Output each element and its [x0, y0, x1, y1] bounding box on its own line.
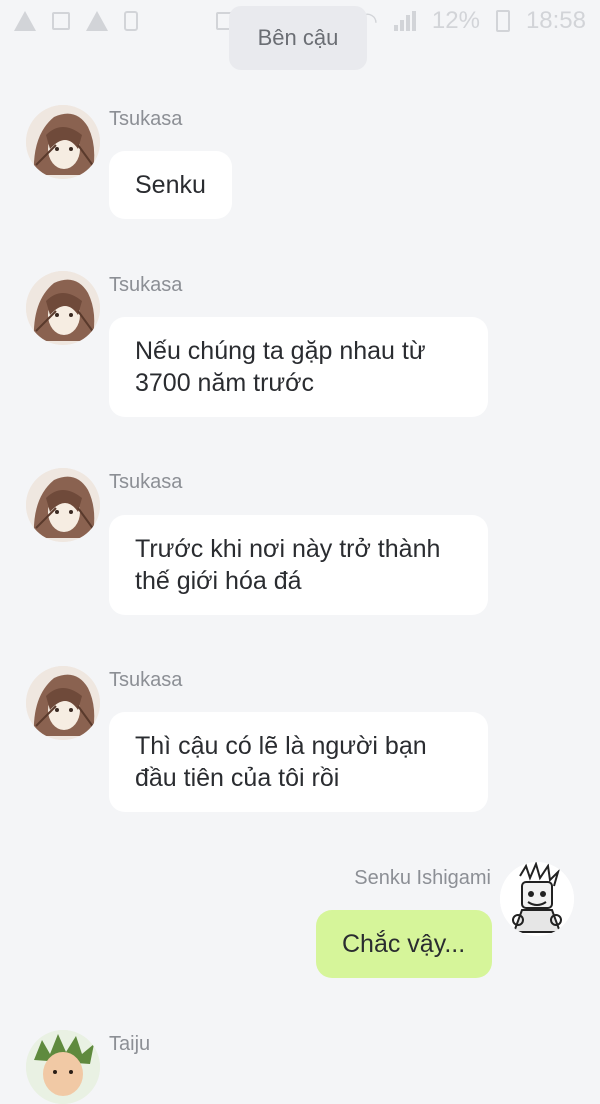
avatar-senku[interactable] — [500, 862, 574, 936]
sender-name: Tsukasa — [109, 274, 183, 296]
warning-icon — [14, 11, 36, 31]
taiju-avatar-art — [26, 1030, 100, 1104]
message-text-line: Chắc vậy... — [342, 930, 466, 958]
message-text-line: thế giới hóa đá — [135, 567, 302, 595]
message-text-line: Senku — [135, 171, 206, 199]
tsukasa-avatar-art — [26, 468, 100, 542]
senku-avatar-art — [500, 862, 574, 936]
clock: 18:58 — [525, 7, 586, 34]
avatar-tsukasa[interactable] — [26, 105, 100, 179]
sender-name: Senku Ishigami — [354, 867, 491, 889]
phone-icon — [124, 11, 138, 31]
avatar-taiju[interactable] — [26, 1030, 100, 1104]
sender-name: Tsukasa — [109, 471, 183, 493]
tsukasa-avatar-art — [26, 105, 100, 179]
message-bubble[interactable]: Nếu chúng ta gặp nhau từ 3700 năm trước — [109, 317, 488, 417]
status-bar-notifications — [14, 11, 138, 31]
warning-icon — [86, 11, 108, 31]
avatar-tsukasa[interactable] — [26, 468, 100, 542]
sender-name: Taiju — [109, 1033, 151, 1055]
tsukasa-avatar-art — [26, 271, 100, 345]
image-icon — [52, 12, 70, 30]
tsukasa-avatar-art — [26, 666, 100, 740]
avatar-tsukasa[interactable] — [26, 271, 100, 345]
message-bubble[interactable]: Senku — [109, 151, 232, 219]
message-text-line: đầu tiên của tôi rồi — [135, 764, 340, 792]
top-label-pill[interactable]: Bên cậu — [229, 6, 367, 70]
battery-icon — [495, 10, 510, 32]
message-text-line: Trước khi nơi này trở thành — [135, 535, 441, 563]
sender-name: Tsukasa — [109, 108, 183, 130]
message-bubble[interactable]: Trước khi nơi này trở thành thế giới hóa… — [109, 515, 488, 615]
battery-percent: 12% — [431, 7, 480, 34]
message-text-line: 3700 năm trước — [135, 369, 315, 397]
sender-name: Tsukasa — [109, 669, 183, 691]
message-bubble[interactable]: Thì cậu có lẽ là người bạn đầu tiên của … — [109, 712, 488, 812]
message-text-line: Thì cậu có lẽ là người bạn — [135, 732, 427, 760]
message-bubble-outgoing[interactable]: Chắc vậy... — [316, 910, 492, 978]
message-text-line: Nếu chúng ta gặp nhau từ — [135, 337, 426, 365]
avatar-tsukasa[interactable] — [26, 666, 100, 740]
signal-icon — [393, 11, 416, 31]
